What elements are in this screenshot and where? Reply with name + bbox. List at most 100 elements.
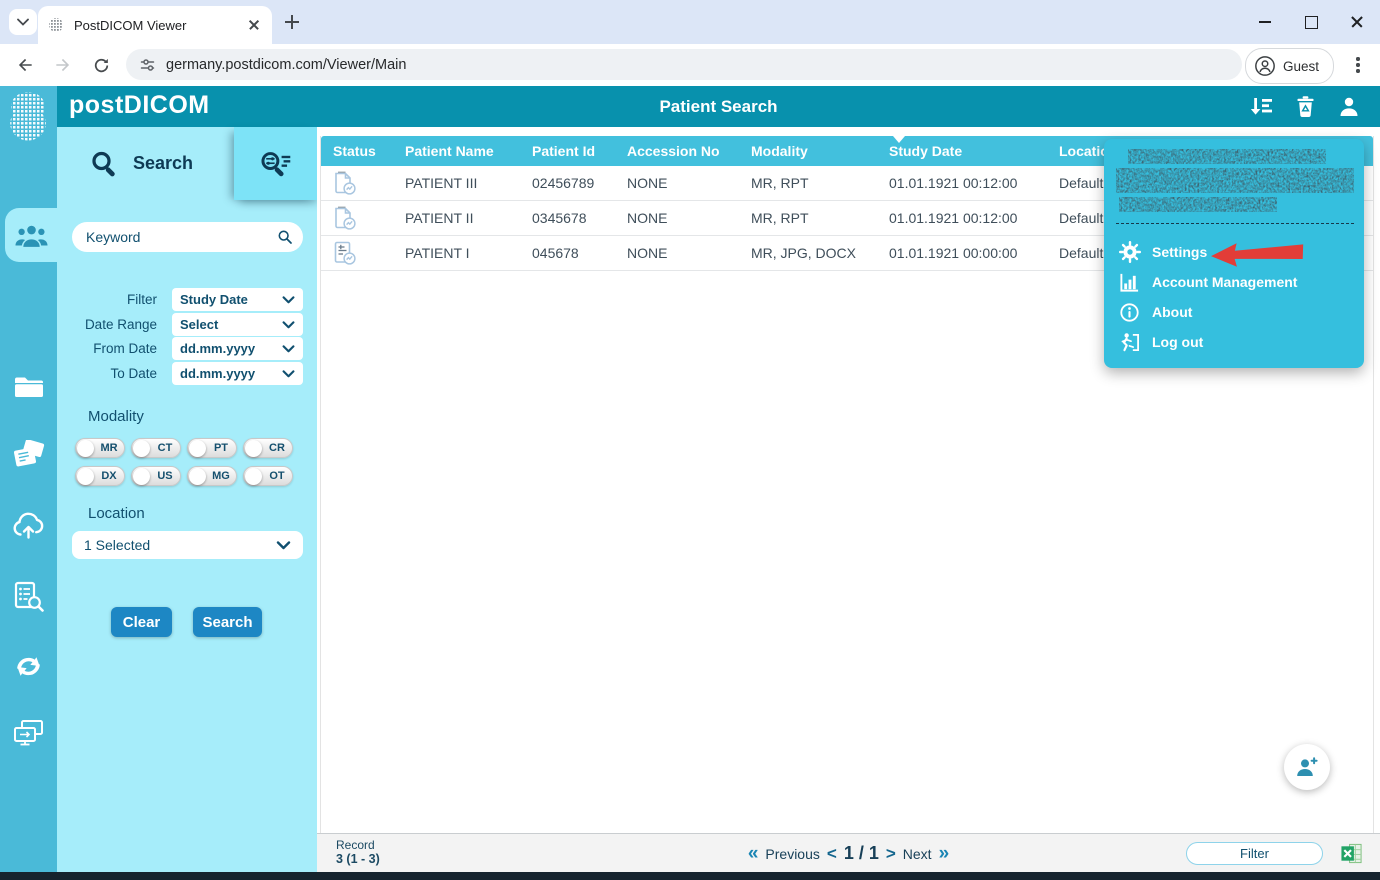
patients-group-icon — [15, 223, 48, 248]
from-date-value: dd.mm.yyyy — [180, 341, 282, 356]
record-label: Record — [336, 838, 380, 852]
location-select[interactable]: 1 Selected — [72, 531, 303, 559]
page-title: Patient Search — [659, 97, 777, 117]
status-cell — [321, 166, 393, 200]
chevron-down-icon — [282, 370, 295, 378]
modality-cell: MR, JPG, DOCX — [739, 236, 877, 270]
clear-button[interactable]: Clear — [111, 607, 172, 637]
window-close-button[interactable] — [1334, 0, 1380, 44]
modality-mr-label: MR — [94, 442, 124, 454]
tab-close-icon[interactable] — [246, 17, 262, 33]
sidebar-item-upload[interactable] — [0, 504, 57, 548]
column-header-study-date[interactable]: Study Date — [877, 136, 1047, 166]
window-maximize-button[interactable] — [1288, 0, 1334, 44]
add-patient-button[interactable] — [1284, 744, 1330, 790]
sidebar-item-remote-nodes[interactable] — [0, 712, 57, 756]
date-range-label: Date Range — [62, 313, 157, 337]
guest-label: Guest — [1283, 59, 1319, 74]
window-minimize-button[interactable] — [1242, 0, 1288, 44]
modality-toggle-mr[interactable]: MR — [75, 438, 125, 458]
date-range-select[interactable]: Select — [172, 313, 303, 336]
patient-name-cell: PATIENT II — [393, 201, 520, 235]
patient-id-cell: 0345678 — [520, 201, 615, 235]
modality-toggle-mg[interactable]: MG — [187, 466, 237, 486]
redacted-text-line — [1128, 149, 1326, 164]
back-button[interactable] — [12, 52, 38, 78]
tab-basic-search[interactable]: Search — [57, 127, 234, 200]
to-date-select[interactable]: dd.mm.yyyy — [172, 362, 303, 385]
date-range-row: Date Range Select — [62, 313, 312, 337]
filter-select[interactable]: Study Date — [172, 288, 303, 311]
forward-button[interactable] — [50, 52, 76, 78]
last-page-button[interactable]: » — [939, 844, 950, 863]
keyword-input[interactable] — [72, 222, 303, 252]
app-logo: postDICOM — [69, 91, 210, 120]
chart-icon — [1118, 271, 1141, 294]
modality-toggle-ct[interactable]: CT — [131, 438, 181, 458]
refresh-button[interactable] — [88, 52, 114, 78]
sidebar-item-share[interactable] — [0, 644, 57, 688]
network-monitors-icon — [12, 719, 45, 749]
modality-toggle-us[interactable]: US — [131, 466, 181, 486]
menu-item-about[interactable]: About — [1104, 297, 1364, 327]
location-select-value: 1 Selected — [84, 537, 276, 553]
sidebar-item-folders[interactable] — [0, 364, 57, 408]
column-header-patient-id[interactable]: Patient Id — [520, 136, 615, 166]
advanced-search-icon — [258, 149, 294, 179]
tab-title: PostDICOM Viewer — [74, 18, 246, 33]
next-arrow-button[interactable]: > — [886, 845, 896, 862]
modality-toggle-pt[interactable]: PT — [187, 438, 237, 458]
tab-advanced-search[interactable] — [234, 127, 317, 200]
sort-list-button[interactable] — [1248, 94, 1274, 120]
window-controls — [1242, 0, 1380, 44]
modality-toggle-ot[interactable]: OT — [243, 466, 293, 486]
list-footer: Record 3 (1 - 3) « Previous < 1 / 1 > Ne… — [317, 833, 1380, 872]
tab-search-button[interactable] — [9, 9, 37, 35]
modality-toggle-dx[interactable]: DX — [75, 466, 125, 486]
menu-item-account-management[interactable]: Account Management — [1104, 267, 1364, 297]
topbar-actions — [1248, 86, 1362, 127]
status-cell — [321, 236, 393, 270]
column-header-patient-name[interactable]: Patient Name — [393, 136, 520, 166]
menu-item-logout[interactable]: Log out — [1104, 327, 1364, 357]
add-user-icon — [1295, 755, 1319, 779]
date-range-value: Select — [180, 317, 282, 332]
first-page-button[interactable]: « — [748, 844, 759, 863]
export-excel-button[interactable] — [1340, 842, 1363, 865]
user-menu-button[interactable] — [1336, 94, 1362, 120]
column-header-modality[interactable]: Modality — [739, 136, 877, 166]
search-icon — [89, 149, 119, 179]
sidebar-item-image-library[interactable] — [0, 434, 57, 478]
url-bar[interactable]: germany.postdicom.com/Viewer/Main — [126, 49, 1242, 80]
prev-arrow-button[interactable]: < — [827, 845, 837, 862]
browser-tab[interactable]: PostDICOM Viewer — [38, 6, 272, 44]
sidebar-item-patient-search[interactable] — [5, 208, 57, 262]
profile-button[interactable]: Guest — [1245, 48, 1334, 84]
sidebar — [0, 86, 57, 880]
trash-recycle-icon — [1294, 95, 1317, 119]
table-filter-input[interactable] — [1186, 842, 1323, 865]
screen: PostDICOM Viewer — [0, 0, 1380, 880]
search-button[interactable]: Search — [193, 607, 262, 637]
toggle-knob — [189, 468, 206, 485]
browser-menu-button[interactable] — [1348, 54, 1368, 76]
recycle-bin-button[interactable] — [1292, 94, 1318, 120]
filter-row: Filter Study Date — [62, 288, 312, 312]
app-bottom-strip — [0, 872, 1380, 880]
next-page-button[interactable]: Next — [903, 846, 932, 862]
menu-item-label: Account Management — [1152, 274, 1297, 290]
column-label: Patient Id — [532, 143, 595, 159]
modality-toggle-cr[interactable]: CR — [243, 438, 293, 458]
column-header-status[interactable]: Status — [321, 136, 393, 166]
sidebar-item-order-list[interactable] — [0, 574, 57, 618]
menu-item-label: About — [1152, 304, 1192, 320]
to-date-label: To Date — [62, 362, 157, 386]
previous-page-button[interactable]: Previous — [765, 846, 819, 862]
menu-separator — [1116, 223, 1354, 224]
location-label: Location — [88, 505, 145, 522]
from-date-select[interactable]: dd.mm.yyyy — [172, 337, 303, 360]
modality-mg-label: MG — [206, 470, 236, 482]
modality-ct-label: CT — [150, 442, 180, 454]
column-header-accession-no[interactable]: Accession No — [615, 136, 739, 166]
chevron-down-icon — [282, 321, 295, 329]
